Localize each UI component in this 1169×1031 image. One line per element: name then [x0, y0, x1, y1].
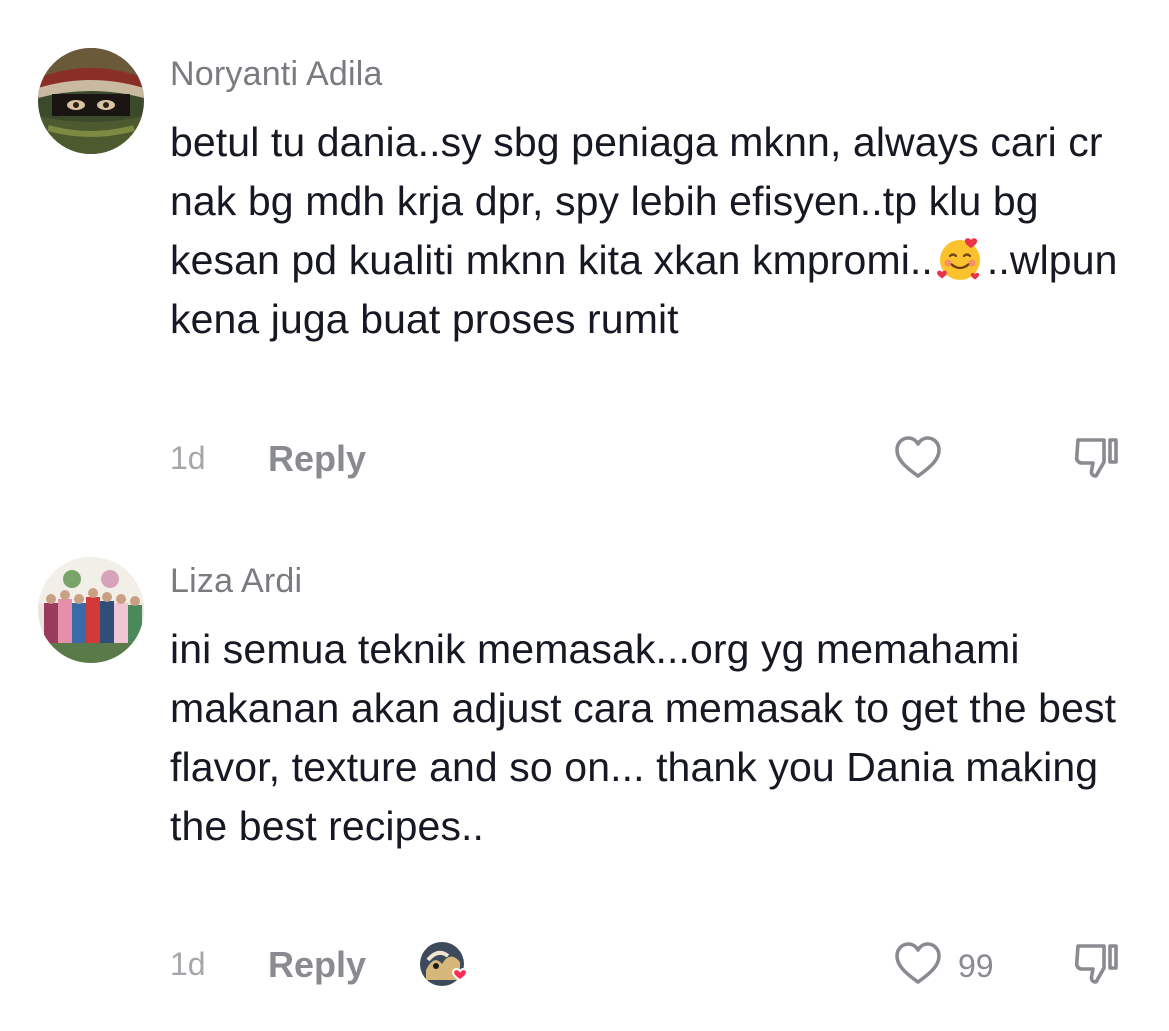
avatar-image	[38, 48, 144, 154]
smiling-face-with-hearts-icon	[937, 238, 980, 280]
comment-username[interactable]: Noryanti Adila	[170, 55, 383, 94]
heart-outline-icon[interactable]	[892, 938, 944, 990]
avatar[interactable]	[38, 557, 144, 663]
comment-timestamp: 1d	[170, 946, 206, 982]
thumbs-down-icon[interactable]	[1070, 938, 1122, 990]
comment-text: ini semua teknik memasak...org yg memaha…	[170, 626, 1117, 849]
heart-outline-icon[interactable]	[892, 432, 944, 484]
like-count: 99	[958, 948, 994, 984]
avatar[interactable]	[38, 48, 144, 154]
comment-timestamp: 1d	[170, 440, 206, 476]
comment-item: Noryanti Adila betul tu dania..sy sbg pe…	[0, 0, 1169, 520]
avatar-image	[38, 557, 144, 663]
thumbs-down-icon[interactable]	[1070, 432, 1122, 484]
comment-username[interactable]: Liza Ardi	[170, 562, 302, 601]
comment-text: betul tu dania..sy sbg peniaga mknn, alw…	[170, 113, 1130, 349]
comment-item: Liza Ardi ini semua teknik memasak...org…	[0, 520, 1169, 1031]
creator-liked-badge	[420, 942, 468, 986]
reply-button[interactable]: Reply	[268, 438, 366, 480]
reply-button[interactable]: Reply	[268, 944, 366, 986]
